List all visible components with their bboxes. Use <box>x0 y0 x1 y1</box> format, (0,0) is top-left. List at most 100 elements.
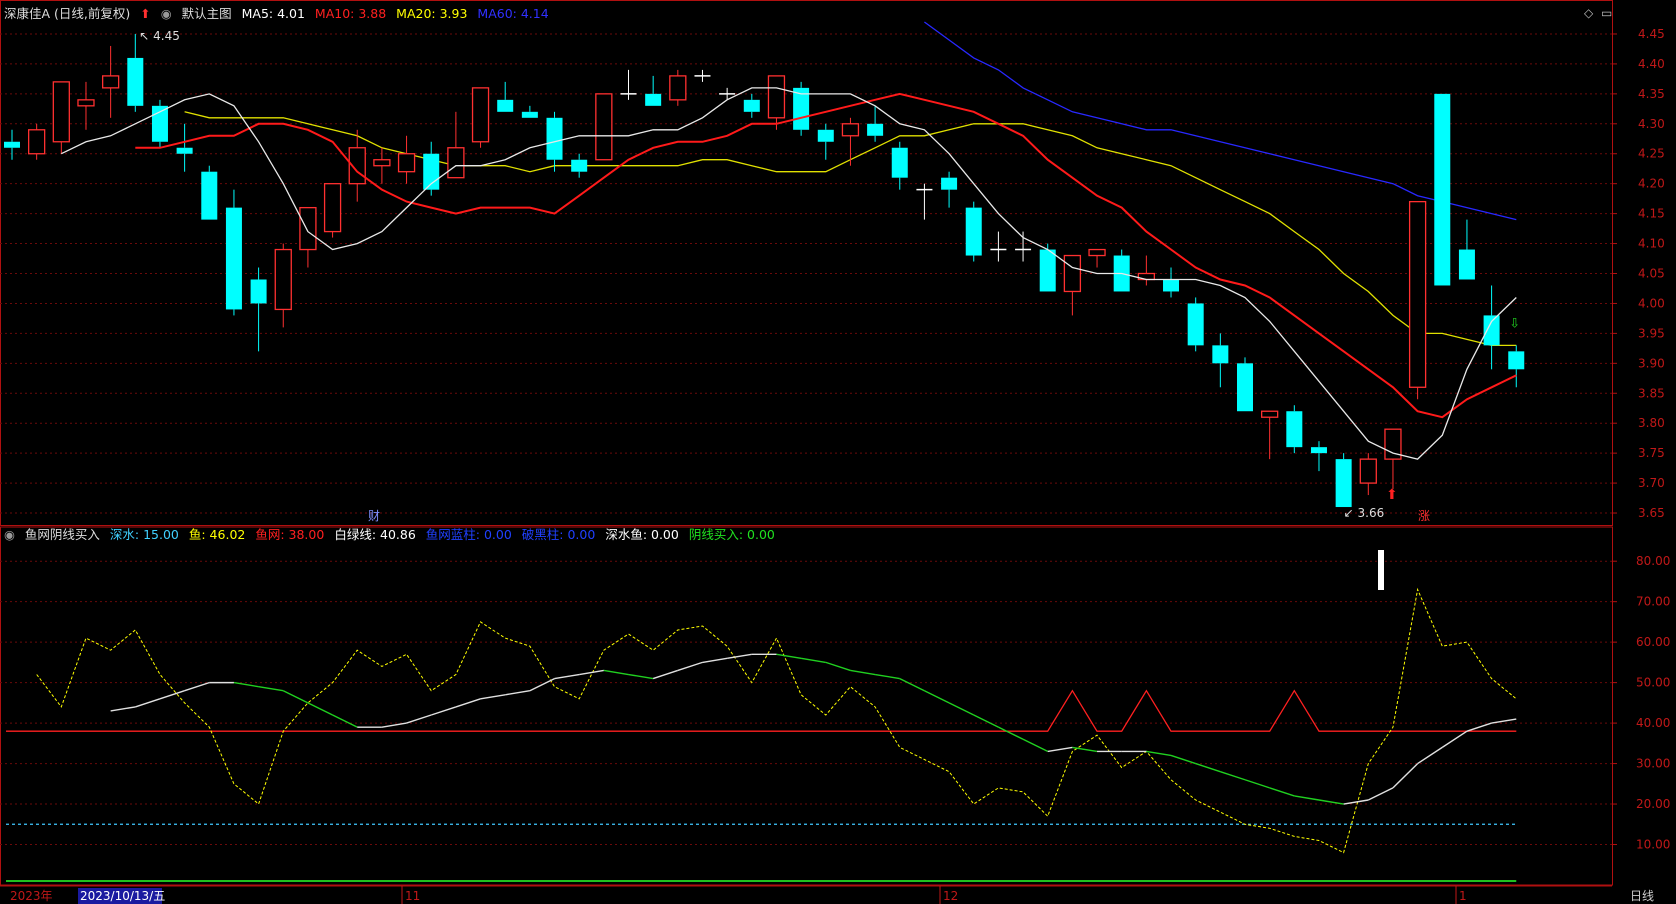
candle-body <box>767 75 786 119</box>
candle-body <box>323 183 342 233</box>
candle-body <box>176 147 193 154</box>
indicator-name[interactable]: 鱼网阴线买入 <box>25 527 100 542</box>
stock-chart[interactable]: 3.65 3.70 3.75 3.80 3.85 3.90 3.95 4.00 4.05 4.10… <box>0 0 1676 904</box>
buy-arrow-icon: ⬆ <box>1386 487 1398 503</box>
candle-body <box>1335 459 1352 508</box>
baiul-line-segment <box>184 681 210 692</box>
price-tick-label: 4.05 <box>1638 267 1665 281</box>
baiul-line-segment <box>307 702 333 716</box>
stock-title[interactable]: 深康佳A (日线,前复权) <box>4 6 130 21</box>
candle-body <box>28 129 46 155</box>
indicator-pane-frame <box>0 526 1613 886</box>
candle-body <box>1434 93 1451 286</box>
main-chart-header: 深康佳A (日线,前复权) ⬆ ◉ 默认主图 MA5: 4.01 MA10: 3… <box>4 4 555 24</box>
baiul-value: 白绿线: 40.86 <box>334 527 416 542</box>
candle-body <box>447 147 465 179</box>
candle-body <box>1212 345 1229 364</box>
baiul-line-segment <box>702 657 728 664</box>
baiul-line-segment <box>1220 771 1246 781</box>
price-tick-label: 4.15 <box>1638 207 1665 221</box>
candle-body <box>299 206 317 251</box>
candle-body <box>841 123 860 137</box>
ma20-value: MA20: 3.93 <box>396 6 468 21</box>
baiul-line-segment <box>1466 722 1492 732</box>
baiul-line-segment <box>825 661 851 672</box>
baiul-line-segment <box>1244 779 1270 789</box>
diamond-icon[interactable]: ◇ <box>1584 6 1593 20</box>
baiul-line-segment <box>776 653 802 660</box>
indicator-tick-label: 60.00 <box>1636 635 1670 649</box>
candle-body <box>595 93 613 161</box>
baiul-line-segment <box>282 690 309 704</box>
baiul-line-segment <box>1491 718 1517 724</box>
candle-body <box>1163 279 1180 292</box>
baiul-line-segment <box>258 685 284 692</box>
price-tick-label: 4.45 <box>1638 27 1665 41</box>
candle-body <box>1508 351 1525 370</box>
candle-body <box>250 279 267 304</box>
baiul-line-segment <box>480 694 506 700</box>
candle-body <box>471 87 490 143</box>
price-tick-label: 4.20 <box>1638 177 1665 191</box>
price-tick-label: 3.80 <box>1638 416 1665 430</box>
candle-body <box>274 248 292 311</box>
price-tick-label: 4.30 <box>1638 117 1665 131</box>
candle-body <box>373 159 391 167</box>
candle-body <box>4 141 20 148</box>
candle-body <box>397 153 416 173</box>
baiul-line-segment <box>603 669 629 676</box>
candle-body <box>52 81 70 143</box>
baiul-line-segment <box>677 661 703 672</box>
baiul-line-segment <box>455 698 481 708</box>
sell-arrow-icon: ⇩ <box>1509 316 1520 331</box>
indicator-tick-label: 30.00 <box>1636 757 1670 771</box>
baiul-line-segment <box>924 690 950 704</box>
baiul-line-segment <box>1441 730 1468 748</box>
date-axis-bg <box>0 886 1676 904</box>
indicator-tick-label: 10.00 <box>1636 838 1670 852</box>
baiul-line-segment <box>1367 787 1394 801</box>
low-price-label: ↙ 3.66 <box>1344 506 1385 520</box>
collapse-icon[interactable]: ▭ <box>1601 6 1612 20</box>
baiul-line-segment <box>381 722 407 728</box>
candle-body <box>1359 458 1377 484</box>
price-tick-label: 3.70 <box>1638 476 1665 490</box>
baiul-line-segment <box>233 681 259 688</box>
baiul-line-segment <box>1294 795 1320 801</box>
yuwang-line <box>6 689 1517 732</box>
deepfish-value: 深水鱼: 0.00 <box>605 527 679 542</box>
baiul-line-segment <box>874 673 900 680</box>
template-name[interactable]: 默认主图 <box>182 6 232 21</box>
red-arrow-up-icon: ⬆ <box>140 6 151 21</box>
high-price-label: ↖ 4.45 <box>139 29 180 43</box>
candle-body <box>645 93 662 106</box>
candle-body <box>571 159 588 172</box>
deepfish-signal-bar <box>1378 550 1384 590</box>
price-tick-label: 4.00 <box>1638 296 1665 310</box>
candle-body <box>101 75 120 89</box>
baiul-line-segment <box>1269 787 1295 797</box>
price-tick-label: 3.85 <box>1638 386 1665 400</box>
baiul-line-segment <box>505 690 530 696</box>
ma5-value: MA5: 4.01 <box>241 6 305 21</box>
cursor-date-label: 2023/10/13/五 <box>80 889 165 903</box>
month-label: 1 <box>1459 889 1467 903</box>
ma60-value: MA60: 4.14 <box>477 6 549 21</box>
candle-body <box>1483 315 1500 346</box>
month-label: 12 <box>943 889 958 903</box>
baiul-line-segment <box>850 669 876 676</box>
indicator-tick-label: 20.00 <box>1636 797 1670 811</box>
candle-body <box>867 123 884 136</box>
year-label: 2023年 <box>10 889 53 903</box>
candle-body <box>1237 363 1253 412</box>
baiul-line-segment <box>727 653 752 660</box>
candle-body <box>1039 249 1056 292</box>
baiul-line-segment <box>998 726 1024 740</box>
price-tick-label: 3.95 <box>1638 326 1665 340</box>
dropdown-circle-icon[interactable]: ◉ <box>161 6 172 21</box>
settings-circle-icon[interactable]: ◉ <box>4 527 15 542</box>
candle-body <box>1063 254 1082 293</box>
price-tick-label: 4.10 <box>1638 237 1665 251</box>
candle-body <box>497 99 514 112</box>
baiul-line-segment <box>579 669 604 676</box>
